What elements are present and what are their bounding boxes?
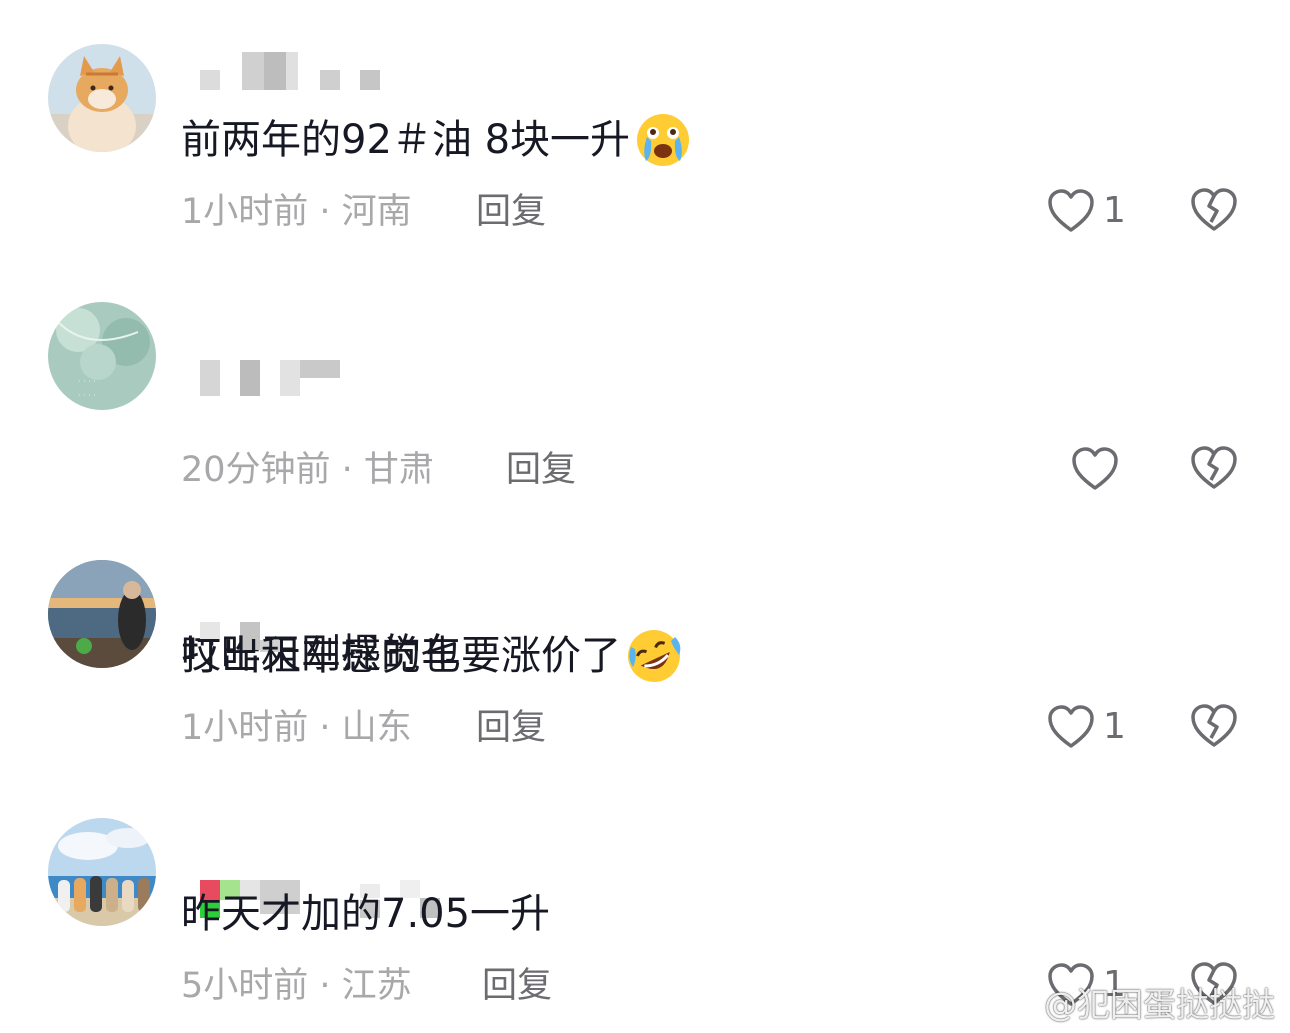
comment-text-content: 昨天才加的7.05一升 [181,891,551,937]
heart-outline-icon [1047,704,1095,750]
broken-heart-icon [1190,444,1238,492]
comment-meta: 1小时前 · 山东 [181,708,412,748]
comment-text-content: 打出租车感觉也要涨价了 [181,633,621,679]
avatar[interactable] [48,560,156,668]
reply-button[interactable]: 回复 [506,446,576,494]
avatar[interactable] [48,44,156,152]
heart-outline-icon [1071,446,1119,492]
rolling-laughing-emoji [625,627,683,685]
username-blurred[interactable] [198,822,498,918]
dislike-button[interactable] [1190,444,1238,492]
reply-button[interactable]: 回复 [476,704,546,752]
crying-emoji [634,111,692,169]
comment-item: 前两年的92＃油 8块一升 1小时前 · 河南 回复 1 [0,0,1290,258]
comment-meta: 20分钟前 · 甘肃 [181,450,434,490]
weibo-logo-icon [1000,985,1040,1019]
svg-text:· · · ·: · · · · [78,391,96,400]
watermark-text: @犯困蛋挞挞挞 [1044,985,1275,1024]
username-blurred[interactable] [198,48,498,98]
username-blurred[interactable] [198,306,498,396]
avatar[interactable]: · · · · · · · · [48,302,156,410]
comment-meta: 5小时前 · 江苏 [181,966,412,1006]
svg-text:· · · ·: · · · · [78,377,96,386]
broken-heart-icon [1190,186,1238,234]
broken-heart-icon [1190,702,1238,750]
like-button[interactable] [1071,444,1127,494]
watermark: @犯困蛋挞挞挞 [1000,978,1275,1026]
comment-text: 打出租车感觉也要涨价了 [181,628,683,684]
reply-button[interactable]: 回复 [476,188,546,236]
reply-button[interactable]: 回复 [482,962,552,1010]
heart-outline-icon [1047,188,1095,234]
like-button[interactable]: 1 [1047,702,1126,752]
dislike-button[interactable] [1190,702,1238,750]
avatar[interactable] [48,818,156,926]
like-count: 1 [1103,190,1126,231]
like-button[interactable]: 1 [1047,186,1126,236]
comment-meta: 1小时前 · 河南 [181,192,412,232]
comment-text: 昨天才加的7.05一升 [181,886,550,942]
dislike-button[interactable] [1190,186,1238,234]
comment-item: 打出租车感觉也要涨价了 1小时前 · 山东 回复 1 [0,516,1290,774]
like-count: 1 [1103,706,1126,747]
comment-text-content: 前两年的92＃油 8块一升 [181,117,631,163]
username-blurred[interactable] [198,564,498,652]
comment-item: · · · · · · · · 哎昨天刚提的车 20分钟前 · 甘肃 回复 [0,258,1290,677]
comment-text: 前两年的92＃油 8块一升 [181,112,692,168]
